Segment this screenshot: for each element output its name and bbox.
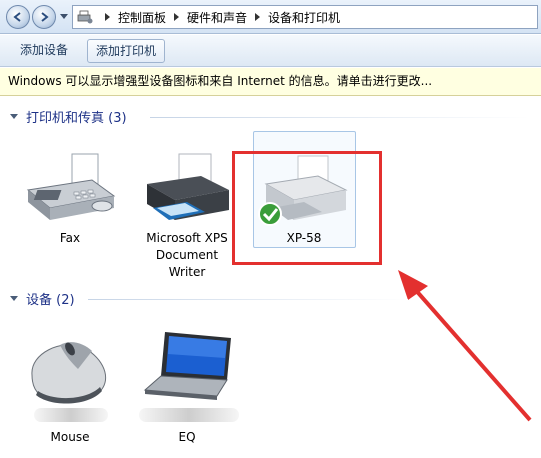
breadcrumb-control-panel[interactable]: 控制面板 — [118, 9, 166, 26]
annotation-highlight-box — [232, 151, 382, 265]
recent-pages-dropdown[interactable] — [60, 14, 68, 19]
device-label: Fax — [59, 231, 81, 245]
blurred-text — [139, 408, 239, 422]
forward-button[interactable] — [32, 5, 56, 29]
add-device-button[interactable]: 添加设备 — [12, 39, 76, 63]
back-button[interactable] — [6, 5, 30, 29]
back-arrow-icon — [13, 12, 21, 22]
breadcrumb-separator-icon[interactable] — [105, 13, 110, 21]
device-label-line: Microsoft XPS — [146, 231, 228, 245]
device-item-fax[interactable]: Fax — [20, 150, 120, 250]
breadcrumb[interactable]: 控制面板 硬件和声音 设备和打印机 — [72, 5, 538, 29]
group-divider — [88, 299, 408, 300]
add-printer-button[interactable]: 添加打印机 — [87, 39, 166, 63]
device-item-xps-writer[interactable]: Microsoft XPS Document Writer — [135, 150, 239, 280]
device-label: Mouse — [50, 430, 90, 444]
group-header-devices[interactable]: 设备 (2) — [10, 288, 75, 308]
group-title: 打印机和传真 (3) — [26, 110, 127, 126]
forward-arrow-icon — [41, 12, 49, 22]
mouse-icon — [31, 342, 107, 404]
collapse-icon[interactable] — [10, 113, 18, 119]
devices-printers-icon — [77, 10, 93, 24]
device-item-eq[interactable]: EQ — [137, 330, 239, 450]
device-item-mouse[interactable]: Mouse — [20, 335, 120, 450]
device-label-line: Writer — [168, 265, 206, 279]
group-divider — [150, 117, 530, 118]
blurred-text — [34, 408, 108, 422]
info-bar[interactable]: Windows 可以显示增强型设备图标和来自 Internet 的信息。请单击进… — [0, 68, 541, 96]
device-label-line: Document — [155, 248, 219, 262]
address-bar: 控制面板 硬件和声音 设备和打印机 — [0, 0, 541, 34]
breadcrumb-hardware-sound[interactable]: 硬件和声音 — [187, 9, 247, 26]
group-header-printers[interactable]: 打印机和传真 (3) — [10, 106, 127, 126]
fax-icon — [26, 153, 116, 220]
breadcrumb-devices-printers[interactable]: 设备和打印机 — [268, 9, 340, 26]
breadcrumb-separator-icon[interactable] — [174, 13, 180, 21]
collapse-icon[interactable] — [10, 295, 18, 301]
group-title: 设备 (2) — [26, 292, 75, 308]
command-bar: 添加设备 添加打印机 — [0, 35, 541, 67]
laptop-icon — [143, 332, 231, 400]
device-label: EQ — [178, 430, 196, 444]
printer-icon — [147, 153, 229, 220]
breadcrumb-separator-icon[interactable] — [255, 13, 261, 21]
